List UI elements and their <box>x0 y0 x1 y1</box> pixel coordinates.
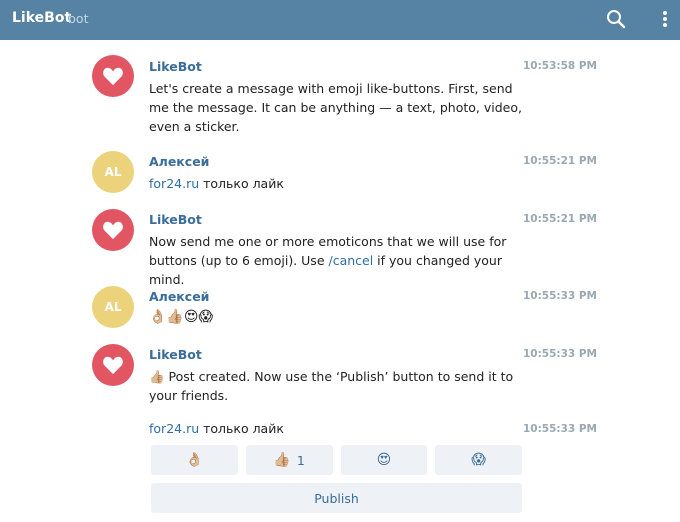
message-text: for24.ru только лайк <box>149 174 524 193</box>
message-text: Now send me one or more emoticons that w… <box>149 232 524 289</box>
chat-subtitle: bot <box>68 11 89 26</box>
like-button-scream[interactable]: 😱 <box>435 445 522 475</box>
message-text-tail: только лайк <box>199 176 284 191</box>
thumbs-up-emoji: 👍🏼 <box>149 369 165 384</box>
publish-label: Publish <box>314 490 359 506</box>
message-text: 👍🏼 Post created. Now use the ‘Publish’ b… <box>149 367 524 405</box>
publish-button[interactable]: Publish <box>151 483 522 513</box>
user-avatar[interactable]: AL <box>92 286 134 328</box>
message-time: 10:55:33 PM <box>522 290 597 302</box>
ok-hand-emoji: 👌🏼 <box>185 452 204 468</box>
sender-name[interactable]: LikeBot <box>149 347 202 362</box>
message-text-tail: только лайк <box>199 421 284 436</box>
message-time: 10:55:33 PM <box>522 423 597 435</box>
message-time: 10:55:21 PM <box>522 155 597 167</box>
sender-name[interactable]: LikeBot <box>149 212 202 227</box>
heart-icon <box>103 356 123 375</box>
thumbs-up-emoji: 👍🏼 <box>273 452 291 468</box>
scream-emoji: 😱 <box>471 452 486 468</box>
user-avatar[interactable]: AL <box>92 151 134 193</box>
heart-icon <box>103 221 123 240</box>
inline-keyboard: 👌🏼 👍🏼 1 😍 😱 Publish <box>151 445 522 513</box>
avatar-initials: AL <box>104 300 122 314</box>
message-time: 10:53:58 PM <box>522 60 597 72</box>
message-text: Let's create a message with emoji like-b… <box>149 81 522 134</box>
sender-name[interactable]: Алексей <box>149 154 209 169</box>
like-button-thumbs-up[interactable]: 👍🏼 1 <box>245 445 333 475</box>
bot-avatar[interactable] <box>92 209 134 251</box>
search-icon[interactable] <box>604 7 628 31</box>
chat-title: LikeBot <box>12 10 72 26</box>
message-link[interactable]: for24.ru <box>149 176 199 191</box>
chat-header: LikeBot bot <box>0 0 680 40</box>
message-emojis: 👌🏼👍🏼😍😱 <box>149 309 214 325</box>
message-time: 10:55:21 PM <box>522 213 597 225</box>
like-count: 1 <box>296 452 305 468</box>
message-text-body: Post created. Now use the ‘Publish’ butt… <box>149 369 514 403</box>
like-button-ok[interactable]: 👌🏼 <box>151 445 238 475</box>
bot-avatar[interactable] <box>92 55 134 97</box>
heart-icon <box>103 67 123 86</box>
sender-name[interactable]: LikeBot <box>149 59 202 74</box>
like-button-heart-eyes[interactable]: 😍 <box>340 445 428 475</box>
more-options-icon[interactable] <box>658 7 672 31</box>
sender-name[interactable]: Алексей <box>149 289 209 304</box>
cancel-command-link[interactable]: /cancel <box>328 253 373 268</box>
avatar-initials: AL <box>104 165 122 179</box>
bot-avatar[interactable] <box>92 344 134 386</box>
message-link[interactable]: for24.ru <box>149 421 199 436</box>
heart-eyes-emoji: 😍 <box>376 452 392 468</box>
message-time: 10:55:33 PM <box>522 348 597 360</box>
message-text: for24.ru только лайк <box>149 419 524 438</box>
